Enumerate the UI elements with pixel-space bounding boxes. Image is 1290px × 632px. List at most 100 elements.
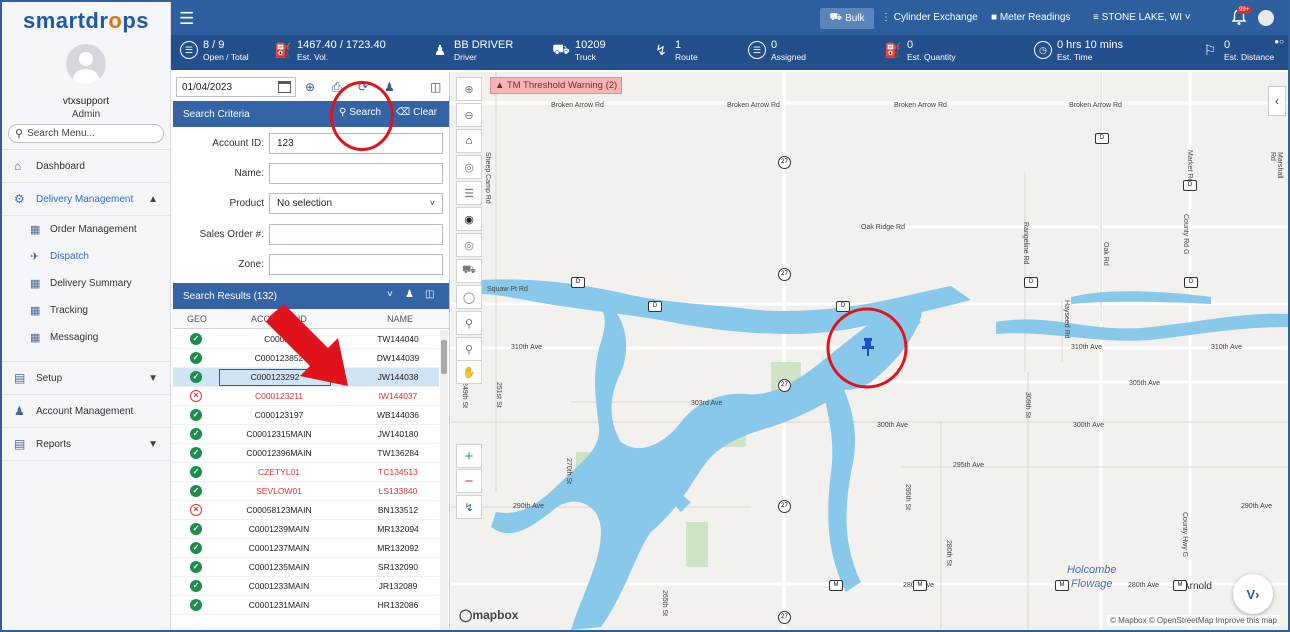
add-pin-icon[interactable]: ⚲ <box>456 311 482 335</box>
locate-icon[interactable]: ◎ <box>456 155 482 179</box>
geocode-error-icon: × <box>190 504 202 516</box>
date-input[interactable]: 01/04/2023 <box>176 77 296 97</box>
panel-layout-icon[interactable]: ◫ <box>430 80 441 94</box>
route-icon[interactable]: ↯ <box>456 495 482 519</box>
name-cell: HR132086 <box>377 600 419 610</box>
highway-shield: D <box>571 277 585 288</box>
user-filter-icon[interactable]: ♟ <box>405 289 414 300</box>
search-menu-input[interactable]: ⚲ Search Menu... <box>8 124 164 143</box>
road-label: 265th St <box>661 590 668 617</box>
sidebar-item-reports[interactable]: ▤ Reports ▼ <box>2 428 170 461</box>
truck-icon[interactable]: ⛟ <box>456 259 482 283</box>
table-row[interactable]: ✓ C0001239MAIN MR132094 <box>173 520 439 539</box>
carousel-dots-icon[interactable]: ●○ <box>1274 37 1284 46</box>
meter-icon: ■ <box>991 12 1000 23</box>
sidebar: smartdr o ps vtxsupport Admin ⚲ Search Menu… <box>2 2 171 630</box>
table-row[interactable]: ✓ C00012396MAIN TW136284 <box>173 444 439 463</box>
column-name[interactable]: NAME <box>387 314 413 324</box>
hamburger-icon[interactable]: ☰ <box>179 9 194 29</box>
road-label: Broken Arrow Rd <box>1069 102 1122 109</box>
table-row[interactable]: ✓ C0001231MAIN HR132086 <box>173 596 439 615</box>
product-select[interactable]: No selection ˅ <box>269 193 443 214</box>
save-icon[interactable]: ◫ <box>425 289 434 300</box>
sidebar-item-account-management[interactable]: ♟ Account Management <box>2 395 170 428</box>
name-cell: SR132090 <box>377 562 419 572</box>
zoom-minus-icon[interactable]: − <box>456 469 482 493</box>
target-icon[interactable]: ◎ <box>456 233 482 257</box>
collapse-panel-button[interactable]: ‹ <box>1268 86 1286 116</box>
stat-route: ↯ 1 Route <box>652 39 698 63</box>
meter-readings-link[interactable]: ■ Meter Readings <box>991 12 1070 23</box>
column-geo[interactable]: GEO <box>187 314 207 324</box>
vx-assistant-button[interactable]: V› <box>1233 574 1273 614</box>
zoom-in-icon[interactable]: ⊕ <box>456 77 482 101</box>
sidebar-item-delivery-management[interactable]: ⚙ Delivery Management ▲ <box>2 183 170 216</box>
avatar[interactable] <box>66 44 106 84</box>
geocode-error-icon: × <box>190 390 202 402</box>
map-view[interactable]: Holcombe Flowage Arnold © Mapbox © OpenSt… <box>451 72 1288 630</box>
account-id-row: Account ID: 123 <box>172 133 450 155</box>
table-row[interactable]: ✓ SEVLOW01 LS133840 <box>173 482 439 501</box>
sales-order-input[interactable] <box>269 224 443 245</box>
driver-location-icon[interactable]: ◉ <box>456 207 482 231</box>
zone-input[interactable] <box>269 254 443 275</box>
location-selector[interactable]: ≡ STONE LAKE, WI ˅ <box>1093 12 1191 23</box>
name-cell: JR132089 <box>378 581 418 591</box>
sidebar-subitem-messaging[interactable]: ▦ Messaging <box>2 324 170 351</box>
sidebar-subitem-dispatch[interactable]: ✈ Dispatch <box>2 243 170 270</box>
geocoded-check-icon: ✓ <box>190 447 202 459</box>
pin-icon[interactable]: ⚲ <box>456 337 482 361</box>
layers-icon[interactable]: ☰ <box>456 181 482 205</box>
tm-threshold-warning[interactable]: ▲ TM Threshold Warning (2) <box>490 77 623 94</box>
home-icon[interactable]: ⌂ <box>456 129 482 153</box>
name-row: Name: <box>172 163 450 185</box>
clear-button[interactable]: ⌫ Clear <box>396 107 437 118</box>
chevron-down-icon[interactable]: ˅ <box>387 289 393 300</box>
calendar-icon[interactable] <box>278 81 291 93</box>
zoom-out-icon[interactable]: ⊖ <box>456 103 482 127</box>
table-row[interactable]: ✓ C000123197 WB144036 <box>173 406 439 425</box>
cylinder-exchange-link[interactable]: ⋮ Cylinder Exchange <box>881 12 978 23</box>
table-row[interactable]: ✓ C0001237MAIN MR132092 <box>173 539 439 558</box>
globe-icon[interactable]: ◯ <box>456 285 482 309</box>
reports-icon: ▤ <box>14 437 26 451</box>
map-pin-icon[interactable] <box>861 337 875 357</box>
road-label: Market Rd <box>1186 150 1193 183</box>
highway-shield: D <box>1095 133 1109 144</box>
sidebar-subitem-delivery-summary[interactable]: ▦ Delivery Summary <box>2 270 170 297</box>
results-scrollbar[interactable] <box>440 330 448 630</box>
stat-est-distance: ⚐ 0 Est. Distance <box>1201 39 1274 63</box>
table-row[interactable]: × C00058123MAIN BN133512 <box>173 501 439 520</box>
messaging-icon: ▦ <box>30 332 41 344</box>
road-label: 280th St <box>945 540 952 567</box>
sidebar-subitem-order-management[interactable]: ▦ Order Management <box>2 216 170 243</box>
account-id-cell: CZETYL01 <box>257 467 301 477</box>
table-row[interactable]: ✓ C0001233MAIN JR132089 <box>173 577 439 596</box>
table-row[interactable]: ✓ C0001235MAIN SR132090 <box>173 558 439 577</box>
account-id-cell: C0001237MAIN <box>248 543 310 553</box>
table-row[interactable]: ✓ CZETYL01 TC134513 <box>173 463 439 482</box>
user-avatar-icon[interactable] <box>1258 10 1274 26</box>
sidebar-item-dashboard[interactable]: ⌂ Dashboard <box>2 150 170 183</box>
pan-hand-icon[interactable]: ✋ <box>456 360 482 384</box>
road-label: 290th Ave <box>1241 503 1273 510</box>
name-cell: BN133512 <box>377 505 419 515</box>
bulk-button[interactable]: ⛟ Bulk <box>820 8 874 29</box>
orders-icon: ☰ <box>180 41 198 59</box>
name-input[interactable] <box>269 163 443 184</box>
geocoded-check-icon: ✓ <box>190 485 202 497</box>
truck-icon: ⛟ <box>552 40 570 57</box>
user-name: vtxsupport <box>62 96 110 107</box>
add-icon[interactable]: ⊕ <box>305 80 315 94</box>
highway-shield: D <box>1183 180 1197 191</box>
table-row[interactable]: ✓ C00012315MAIN JW140180 <box>173 425 439 444</box>
sidebar-item-setup[interactable]: ▤ Setup ▼ <box>2 362 170 395</box>
sidebar-subitem-tracking[interactable]: ▦ Tracking <box>2 297 170 324</box>
quantity-icon: ⛽ <box>884 41 902 58</box>
name-cell: MR132092 <box>377 543 419 553</box>
map-attribution[interactable]: © Mapbox © OpenStreetMap Improve this ma… <box>1107 615 1280 626</box>
zoom-plus-icon[interactable]: + <box>456 444 482 468</box>
product-label: Product <box>229 198 264 209</box>
name-cell: DW144039 <box>376 353 420 363</box>
scrollbar-thumb[interactable] <box>441 340 447 374</box>
